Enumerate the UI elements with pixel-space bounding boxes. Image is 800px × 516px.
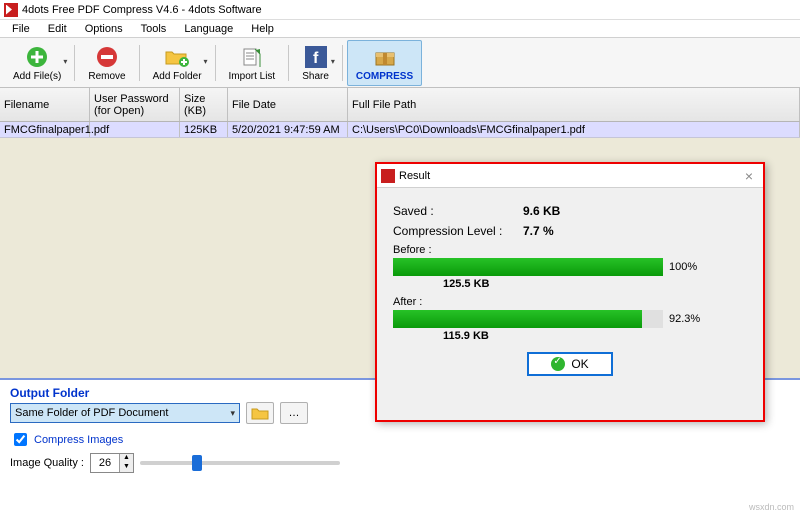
separator <box>342 45 343 81</box>
compress-images-label: Compress Images <box>34 434 123 446</box>
col-path[interactable]: Full File Path <box>348 88 800 121</box>
add-folder-button[interactable]: Add Folder ▾ <box>144 40 211 86</box>
col-size[interactable]: Size (KB) <box>180 88 228 121</box>
compress-icon <box>372 44 398 70</box>
slider-thumb[interactable] <box>192 455 202 471</box>
facebook-icon: f <box>303 44 329 70</box>
image-quality-slider[interactable] <box>140 461 340 465</box>
check-icon <box>551 357 565 371</box>
share-label: Share <box>302 71 329 82</box>
before-label: Before : <box>393 244 432 256</box>
table-header: Filename User Password (for Open) Size (… <box>0 88 800 122</box>
before-pct: 100% <box>669 261 697 273</box>
saved-label: Saved : <box>393 204 523 218</box>
compress-images-checkbox[interactable] <box>14 433 27 446</box>
dialog-title: Result <box>399 170 430 182</box>
saved-value: 9.6 KB <box>523 204 560 218</box>
separator <box>215 45 216 81</box>
result-dialog: Result × Saved : 9.6 KB Compression Leve… <box>375 162 765 422</box>
output-folder-combo[interactable]: Same Folder of PDF Document ▾ <box>10 403 240 423</box>
share-button[interactable]: f Share ▾ <box>293 40 338 86</box>
cell-password <box>90 122 180 137</box>
menu-tools[interactable]: Tools <box>133 21 175 37</box>
separator <box>139 45 140 81</box>
more-button[interactable]: … <box>280 402 308 424</box>
ok-label: OK <box>571 357 588 371</box>
chevron-down-icon[interactable]: ▾ <box>331 57 335 66</box>
import-list-label: Import List <box>229 71 276 82</box>
folder-plus-icon <box>164 44 190 70</box>
compression-level-value: 7.7 % <box>523 224 554 238</box>
table-row[interactable]: FMCGfinalpaper1.pdf 125KB 5/20/2021 9:47… <box>0 122 800 138</box>
cell-filename: FMCGfinalpaper1.pdf <box>0 122 90 137</box>
output-folder-value: Same Folder of PDF Document <box>15 407 168 419</box>
close-button[interactable]: × <box>739 168 759 184</box>
image-quality-label: Image Quality : <box>10 457 84 469</box>
cell-path: C:\Users\PC0\Downloads\FMCGfinalpaper1.p… <box>348 122 800 137</box>
separator <box>74 45 75 81</box>
add-files-label: Add File(s) <box>13 71 61 82</box>
after-pct: 92.3% <box>669 313 700 325</box>
col-filename[interactable]: Filename <box>0 88 90 121</box>
add-folder-label: Add Folder <box>153 71 202 82</box>
app-icon <box>4 3 18 17</box>
spin-up-icon[interactable]: ▲ <box>119 454 133 463</box>
image-quality-spinbox[interactable]: ▲ ▼ <box>90 453 134 473</box>
import-icon <box>239 44 265 70</box>
menu-file[interactable]: File <box>4 21 38 37</box>
browse-folder-button[interactable] <box>246 402 274 424</box>
dialog-titlebar: Result × <box>377 164 763 188</box>
title-bar: 4dots Free PDF Compress V4.6 - 4dots Sof… <box>0 0 800 20</box>
chevron-down-icon[interactable]: ▾ <box>63 57 67 66</box>
menu-bar: File Edit Options Tools Language Help <box>0 20 800 38</box>
toolbar: Add File(s) ▾ Remove Add Folder ▾ Import… <box>0 38 800 88</box>
ok-button[interactable]: OK <box>527 352 612 376</box>
separator <box>288 45 289 81</box>
cell-date: 5/20/2021 9:47:59 AM <box>228 122 348 137</box>
image-quality-input[interactable] <box>91 454 119 472</box>
menu-help[interactable]: Help <box>243 21 282 37</box>
ellipsis-icon: … <box>289 407 300 419</box>
window-title: 4dots Free PDF Compress V4.6 - 4dots Sof… <box>22 4 262 16</box>
menu-edit[interactable]: Edit <box>40 21 75 37</box>
spin-down-icon[interactable]: ▼ <box>119 463 133 472</box>
cell-size: 125KB <box>180 122 228 137</box>
watermark: wsxdn.com <box>749 502 794 512</box>
after-bar <box>393 310 663 328</box>
compression-level-label: Compression Level : <box>393 224 523 238</box>
menu-options[interactable]: Options <box>77 21 131 37</box>
menu-language[interactable]: Language <box>176 21 241 37</box>
compress-button[interactable]: COMPRESS <box>347 40 422 86</box>
import-list-button[interactable]: Import List <box>220 40 285 86</box>
remove-icon <box>94 44 120 70</box>
before-bar <box>393 258 663 276</box>
col-date[interactable]: File Date <box>228 88 348 121</box>
before-size: 125.5 KB <box>443 278 747 290</box>
remove-button[interactable]: Remove <box>79 40 134 86</box>
plus-icon <box>24 44 50 70</box>
col-password[interactable]: User Password (for Open) <box>90 88 180 121</box>
svg-text:f: f <box>313 50 319 67</box>
app-icon <box>381 169 395 183</box>
add-files-button[interactable]: Add File(s) ▾ <box>4 40 70 86</box>
folder-icon <box>251 406 269 420</box>
after-label: After : <box>393 296 422 308</box>
remove-label: Remove <box>88 71 125 82</box>
compress-label: COMPRESS <box>356 71 413 82</box>
chevron-down-icon: ▾ <box>230 408 235 419</box>
after-size: 115.9 KB <box>443 330 747 342</box>
chevron-down-icon[interactable]: ▾ <box>204 57 208 66</box>
